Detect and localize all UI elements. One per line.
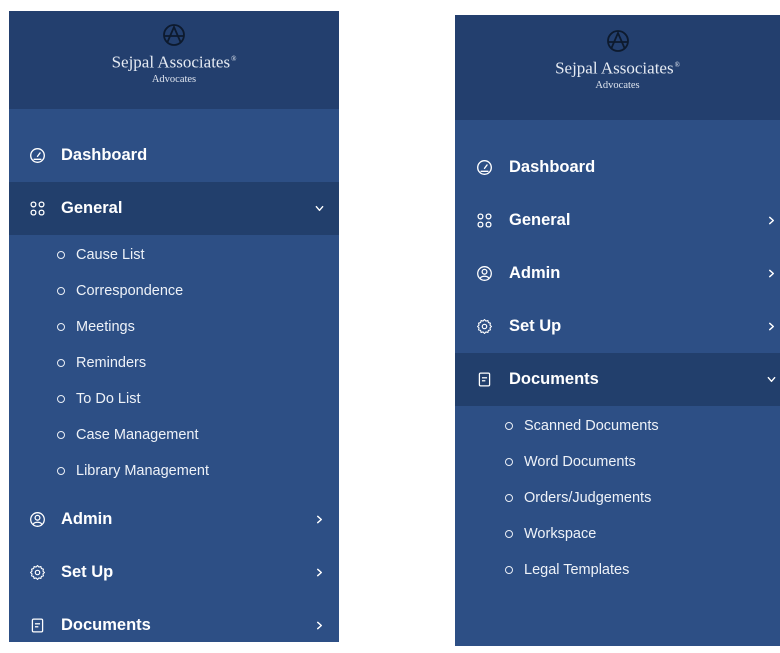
user-circle-icon: [26, 509, 48, 531]
submenu-label: Orders/Judgements: [524, 490, 652, 506]
chevron-down-icon[interactable]: [314, 204, 324, 214]
document-icon: [26, 615, 48, 637]
grid-icon: [26, 198, 48, 220]
gauge-icon: [473, 157, 495, 179]
submenu-label: Reminders: [76, 355, 147, 371]
user-circle-icon: [473, 263, 495, 285]
nav-setup-label: Set Up: [61, 563, 114, 581]
nav-admin[interactable]: Admin: [9, 493, 339, 546]
circle-bullet-icon: [57, 431, 65, 439]
submenu-label: Word Documents: [524, 454, 636, 470]
submenu-label: Scanned Documents: [524, 418, 659, 434]
nav-dashboard[interactable]: Dashboard: [455, 141, 780, 194]
chevron-right-icon[interactable]: [766, 269, 776, 279]
circle-bullet-icon: [57, 251, 65, 259]
nav-setup[interactable]: Set Up: [455, 300, 780, 353]
submenu-item-orders-judgements[interactable]: Orders/Judgements: [455, 480, 780, 516]
sidebar-header: Sejpal Associates® Advocates: [9, 11, 339, 109]
brand-logo-icon: [162, 23, 186, 47]
circle-bullet-icon: [505, 422, 513, 430]
nav-setup[interactable]: Set Up: [9, 546, 339, 599]
chevron-down-icon[interactable]: [766, 375, 776, 385]
chevron-right-icon[interactable]: [314, 621, 324, 631]
circle-bullet-icon: [57, 323, 65, 331]
gear-icon: [473, 316, 495, 338]
brand-tagline: Advocates: [151, 73, 197, 85]
submenu-label: Case Management: [76, 427, 199, 443]
circle-bullet-icon: [505, 494, 513, 502]
circle-bullet-icon: [57, 287, 65, 295]
circle-bullet-icon: [505, 530, 513, 538]
brand-name: Sejpal Associates®: [555, 58, 680, 78]
nav-general[interactable]: General: [9, 182, 339, 235]
submenu-label: Workspace: [524, 526, 597, 542]
sidebar-header: Sejpal Associates® Advocates: [455, 15, 780, 120]
circle-bullet-icon: [57, 395, 65, 403]
circle-bullet-icon: [505, 458, 513, 466]
nav-admin-label: Admin: [61, 510, 113, 528]
sidebar-documents-expanded: Sejpal Associates® Advocates Dashboard G…: [455, 15, 780, 646]
chevron-right-icon[interactable]: [314, 568, 324, 578]
nav-general-label: General: [61, 199, 123, 217]
nav-documents[interactable]: Documents: [455, 353, 780, 406]
submenu-item-library-management[interactable]: Library Management: [9, 453, 339, 489]
submenu-item-case-management[interactable]: Case Management: [9, 417, 339, 453]
sidebar-menu: Dashboard General Admin Set Up Documents…: [455, 141, 780, 592]
nav-dashboard-label: Dashboard: [509, 158, 596, 176]
submenu-item-reminders[interactable]: Reminders: [9, 345, 339, 381]
submenu-item-word-documents[interactable]: Word Documents: [455, 444, 780, 480]
sidebar-general-expanded: Sejpal Associates® Advocates Dashboard G…: [9, 11, 339, 642]
submenu-label: To Do List: [76, 391, 141, 407]
nav-setup-label: Set Up: [509, 317, 562, 335]
submenu-label: Meetings: [76, 319, 135, 335]
circle-bullet-icon: [57, 359, 65, 367]
submenu-item-correspondence[interactable]: Correspondence: [9, 273, 339, 309]
brand-tagline: Advocates: [595, 79, 640, 91]
nav-admin-label: Admin: [509, 264, 561, 282]
chevron-right-icon[interactable]: [766, 216, 776, 226]
chevron-right-icon[interactable]: [766, 322, 776, 332]
circle-bullet-icon: [505, 566, 513, 574]
gear-icon: [26, 562, 48, 584]
documents-submenu: Scanned Documents Word Documents Orders/…: [455, 406, 780, 592]
submenu-item-to-do-list[interactable]: To Do List: [9, 381, 339, 417]
submenu-label: Correspondence: [76, 283, 184, 299]
nav-general-label: General: [509, 211, 571, 229]
brand-logo-icon: [606, 29, 630, 53]
circle-bullet-icon: [57, 467, 65, 475]
nav-dashboard-label: Dashboard: [61, 146, 148, 164]
nav-documents-label: Documents: [61, 616, 151, 634]
submenu-item-workspace[interactable]: Workspace: [455, 516, 780, 552]
nav-dashboard[interactable]: Dashboard: [9, 129, 339, 182]
grid-icon: [473, 210, 495, 232]
nav-general[interactable]: General: [455, 194, 780, 247]
submenu-item-cause-list[interactable]: Cause List: [9, 237, 339, 273]
chevron-right-icon[interactable]: [314, 515, 324, 525]
nav-documents[interactable]: Documents: [9, 599, 339, 642]
gauge-icon: [26, 145, 48, 167]
submenu-label: Library Management: [76, 463, 209, 479]
submenu-item-scanned-documents[interactable]: Scanned Documents: [455, 408, 780, 444]
submenu-label: Cause List: [76, 247, 145, 263]
brand-name: Sejpal Associates®: [111, 52, 237, 72]
document-icon: [473, 369, 495, 391]
sidebar-menu: Dashboard General Cause List Corresponde…: [9, 129, 339, 642]
nav-documents-label: Documents: [509, 370, 599, 388]
nav-admin[interactable]: Admin: [455, 247, 780, 300]
general-submenu: Cause List Correspondence Meetings Remin…: [9, 235, 339, 493]
submenu-label: Legal Templates: [524, 562, 630, 578]
submenu-item-meetings[interactable]: Meetings: [9, 309, 339, 345]
submenu-item-legal-templates[interactable]: Legal Templates: [455, 552, 780, 588]
